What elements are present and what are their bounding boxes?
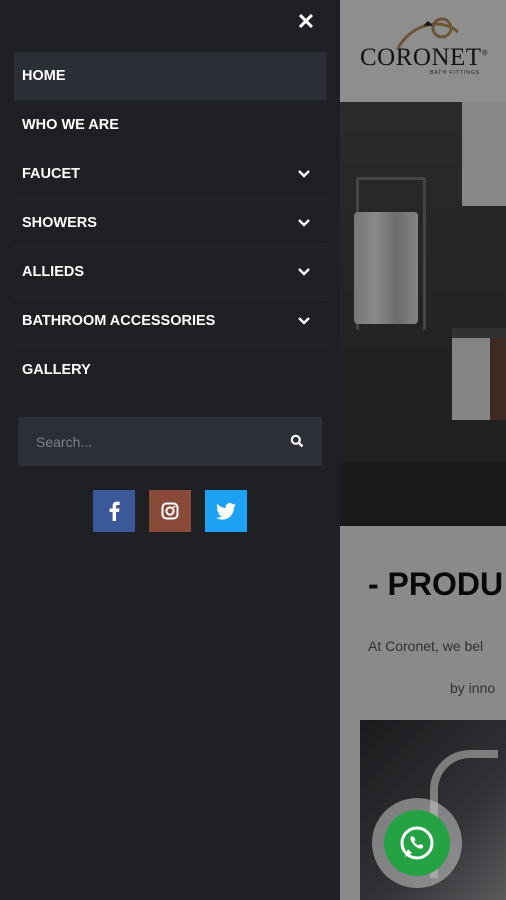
- instagram-icon[interactable]: [149, 490, 191, 532]
- menu-item-label: GALLERY: [22, 362, 91, 378]
- menu-item-gallery[interactable]: GALLERY: [14, 346, 327, 395]
- menu-item-label: FAUCET: [22, 166, 80, 182]
- twitter-icon[interactable]: [205, 490, 247, 532]
- menu-item-label: BATHROOM ACCESSORIES: [22, 313, 216, 329]
- menu-item-showers[interactable]: SHOWERS: [14, 199, 327, 248]
- menu-item-bathroom-accessories[interactable]: BATHROOM ACCESSORIES: [14, 297, 327, 346]
- facebook-icon[interactable]: [93, 490, 135, 532]
- close-icon[interactable]: ✕: [294, 10, 318, 34]
- chevron-down-icon[interactable]: [297, 265, 311, 279]
- nav-drawer: ✕ HOME WHO WE ARE FAUCET SHOWERS ALLIEDS…: [0, 0, 340, 900]
- chevron-down-icon[interactable]: [297, 167, 311, 181]
- menu-item-label: WHO WE ARE: [22, 117, 119, 133]
- nav-menu: HOME WHO WE ARE FAUCET SHOWERS ALLIEDS B…: [14, 52, 327, 395]
- chevron-down-icon[interactable]: [297, 314, 311, 328]
- menu-item-label: HOME: [22, 68, 66, 84]
- menu-item-label: ALLIEDS: [22, 264, 85, 280]
- menu-item-label: SHOWERS: [22, 215, 97, 231]
- chevron-down-icon[interactable]: [297, 216, 311, 230]
- menu-item-who-we-are[interactable]: WHO WE ARE: [14, 101, 327, 150]
- whatsapp-button[interactable]: [372, 798, 462, 888]
- search-icon[interactable]: [290, 434, 304, 448]
- menu-item-home[interactable]: HOME: [14, 52, 327, 101]
- menu-item-faucet[interactable]: FAUCET: [14, 150, 327, 199]
- search-input[interactable]: [34, 432, 278, 451]
- search-box: [18, 417, 322, 466]
- menu-item-allieds[interactable]: ALLIEDS: [14, 248, 327, 297]
- whatsapp-icon: [384, 810, 450, 876]
- social-links: [93, 490, 247, 532]
- drawer-backdrop[interactable]: [340, 0, 506, 900]
